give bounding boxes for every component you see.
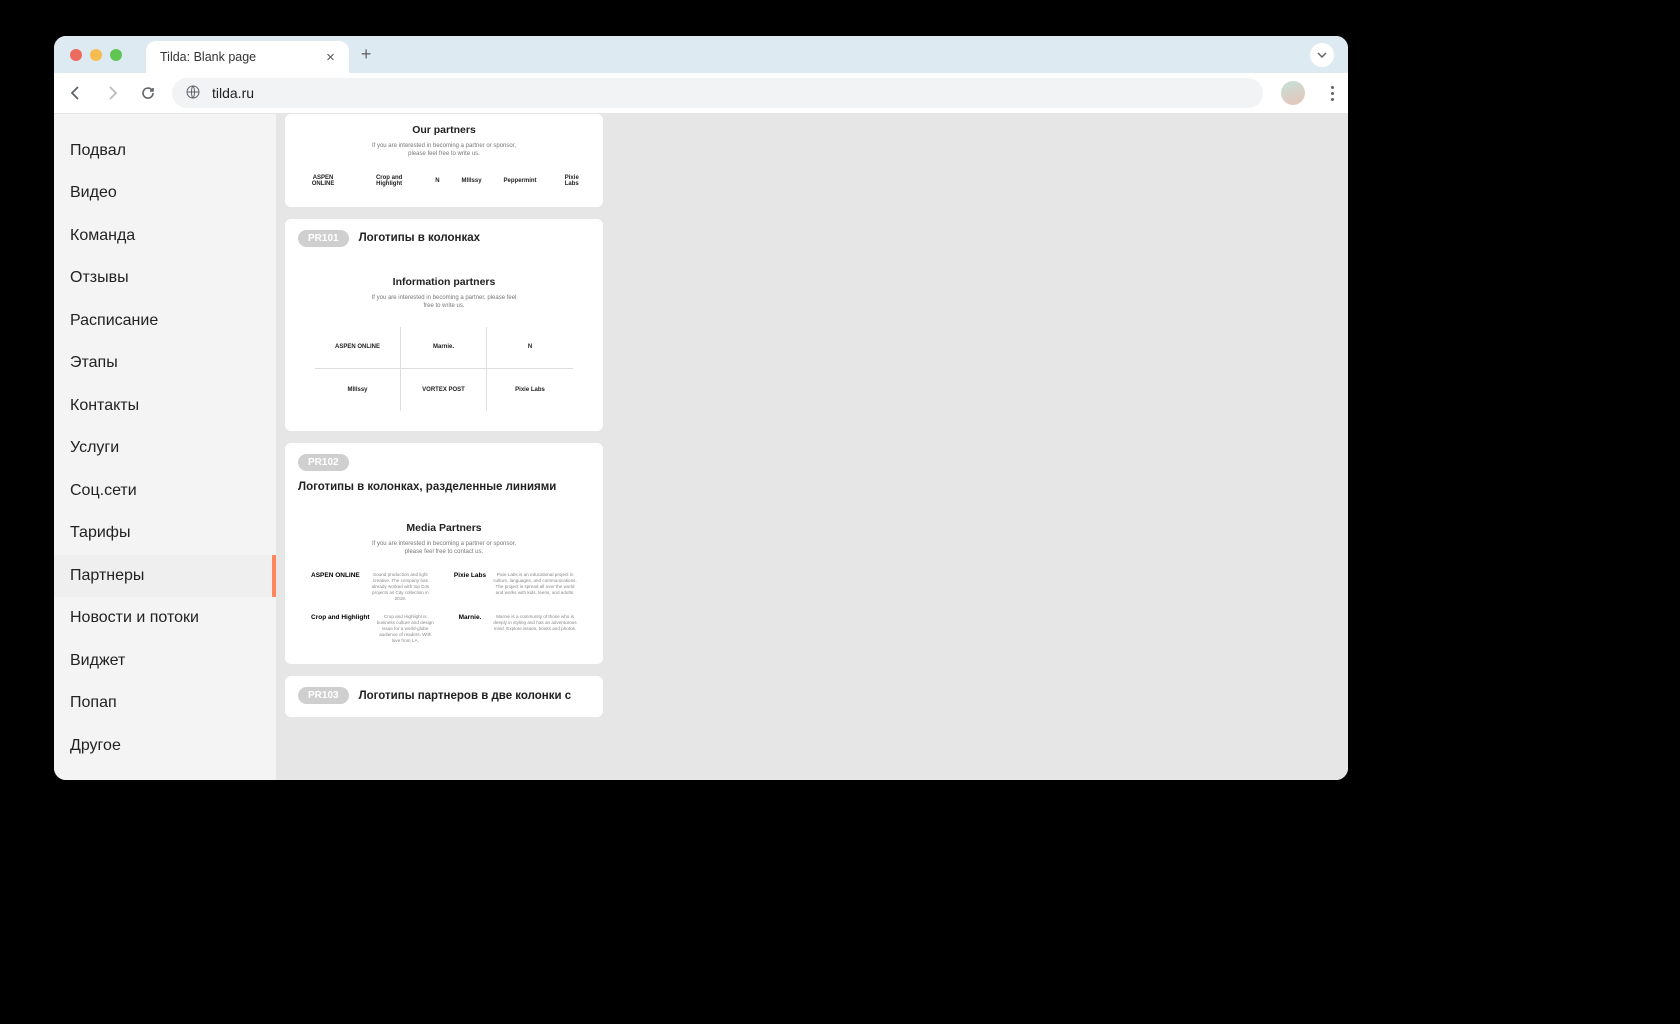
back-button[interactable] [64, 81, 88, 105]
sidebar-item[interactable]: Другое [54, 725, 276, 768]
sidebar-item[interactable]: Тарифы [54, 512, 276, 555]
partner-logo: Crop and Highlight [311, 614, 370, 621]
browser-menu-button[interactable] [1327, 82, 1338, 105]
block-name: Логотипы в колонках [359, 232, 480, 244]
canvas-area [612, 114, 1348, 780]
tab-title: Tilda: Blank page [160, 50, 256, 64]
partner-logo: Marnie. [433, 344, 454, 350]
close-window-button[interactable] [70, 49, 82, 61]
browser-tab[interactable]: Tilda: Blank page × [146, 41, 349, 73]
partner-logo: ASPEN ONLINE [335, 344, 380, 350]
new-tab-button[interactable]: + [361, 44, 372, 65]
url-text: tilda.ru [212, 85, 254, 101]
globe-icon [186, 85, 200, 102]
partner-logo: Pixie Labs [515, 387, 545, 393]
partner-logo: N [528, 344, 532, 350]
minimize-window-button[interactable] [90, 49, 102, 61]
partner-description: Crop and Highlight is business culture a… [376, 614, 436, 644]
block-name: Логотипы партнеров в две колонки с [359, 690, 572, 702]
address-bar[interactable]: tilda.ru [172, 78, 1263, 108]
sidebar-item[interactable]: Расписание [54, 300, 276, 343]
sidebar-item[interactable]: Этапы [54, 342, 276, 385]
preview-subtitle: If you are interested in becoming a part… [369, 294, 519, 311]
block-code-badge: PR102 [298, 454, 349, 471]
partner-logo: Mlllssy [347, 387, 367, 393]
partner-logo: N [435, 178, 439, 184]
profile-avatar[interactable] [1281, 81, 1305, 105]
sidebar-item[interactable]: Видео [54, 172, 276, 215]
sidebar-item[interactable]: Виджет [54, 640, 276, 683]
preview-title: Our partners [303, 124, 585, 136]
partner-description: Sound production and light creative. The… [366, 572, 435, 602]
logo-row: ASPEN ONLINE Crop and Highlight N Mlllssy Pe… [303, 175, 585, 187]
tabs-dropdown-button[interactable] [1310, 43, 1334, 67]
browser-toolbar: tilda.ru [54, 73, 1348, 114]
sidebar-item[interactable]: Команда [54, 215, 276, 258]
block-card[interactable]: Our partners If you are interested in bec… [285, 114, 603, 207]
preview-subtitle: If you are interested in becoming a part… [369, 540, 519, 557]
traffic-lights [70, 49, 122, 61]
forward-button [100, 81, 124, 105]
sidebar-item[interactable]: Соц.сети [54, 470, 276, 513]
block-card[interactable]: PR103 Логотипы партнеров в две колонки с [285, 676, 603, 717]
page-content: Плитка и ссылкаПодвалВидеоКомандаОтзывыР… [54, 114, 1348, 780]
block-card[interactable]: PR101 Логотипы в колонках Information part… [285, 219, 603, 431]
preview-subtitle: If you are interested in becoming a part… [369, 142, 519, 159]
chevron-down-icon [1316, 49, 1328, 61]
partner-description: Pixie Labs is an educational project in … [493, 572, 577, 596]
partner-logo: ASPEN ONLINE [303, 175, 343, 187]
partner-logo: Mlllssy [462, 178, 482, 184]
partner-logo: VORTEX POST [422, 387, 465, 393]
partner-logo: ASPEN ONLINE [311, 572, 360, 579]
partner-logo: Crop and Highlight [365, 175, 413, 187]
preview-title: Media Partners [303, 522, 585, 534]
block-card[interactable]: PR102 Логотипы в колонках, разделенные ли… [285, 443, 603, 664]
reload-button[interactable] [136, 81, 160, 105]
browser-window: Tilda: Blank page × + tilda.ru Плитка и … [54, 36, 1348, 780]
partner-logo: Pixie Labs [453, 572, 487, 579]
tab-strip: Tilda: Blank page × + [54, 36, 1348, 73]
blocks-column[interactable]: Our partners If you are interested in bec… [276, 114, 612, 780]
sidebar-item[interactable]: Контакты [54, 385, 276, 428]
partner-logo: Pixie Labs [559, 175, 585, 187]
sidebar-item[interactable]: Попап [54, 682, 276, 725]
sidebar-item[interactable]: Услуги [54, 427, 276, 470]
preview-title: Information partners [303, 276, 585, 288]
sidebar-item[interactable]: Плитка и ссылка [54, 114, 276, 130]
partner-logo: Peppermint [504, 178, 537, 184]
partner-description: Marnie is a community of those who is de… [493, 614, 577, 632]
maximize-window-button[interactable] [110, 49, 122, 61]
block-name: Логотипы в колонках, разделенные линиями [298, 481, 556, 493]
sidebar-item[interactable]: Новости и потоки [54, 597, 276, 640]
sidebar-item[interactable]: Подвал [54, 130, 276, 173]
logo-grid: ASPEN ONLINE Marnie. N Mlllssy VORTEX POST Pi… [315, 327, 573, 411]
sidebar-item[interactable]: Партнеры [54, 555, 276, 598]
close-tab-icon[interactable]: × [326, 49, 335, 66]
block-code-badge: PR103 [298, 687, 349, 704]
category-sidebar: Плитка и ссылкаПодвалВидеоКомандаОтзывыР… [54, 114, 276, 780]
partner-logo: Marnie. [453, 614, 487, 621]
two-column-logos: ASPEN ONLINE Sound production and light c… [303, 572, 585, 644]
block-code-badge: PR101 [298, 230, 349, 247]
sidebar-item[interactable]: Отзывы [54, 257, 276, 300]
